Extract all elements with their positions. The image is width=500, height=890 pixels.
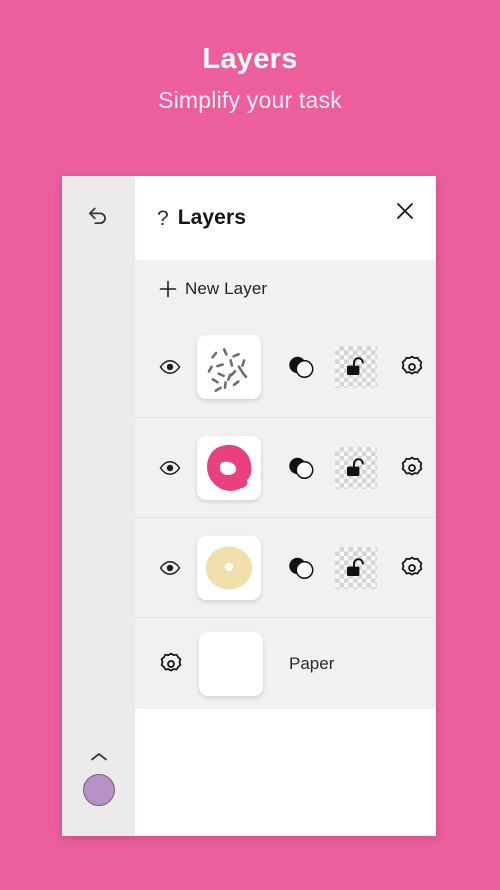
paper-settings-button[interactable]: [157, 650, 185, 678]
table-row[interactable]: [135, 417, 436, 517]
table-row[interactable]: [135, 317, 436, 417]
expand-tools-button[interactable]: [88, 750, 110, 764]
new-layer-button[interactable]: New Layer: [135, 260, 436, 317]
layer-visibility-toggle[interactable]: [157, 354, 183, 380]
close-x-icon: [397, 203, 413, 219]
undo-button[interactable]: [83, 200, 113, 230]
layer-visibility-toggle[interactable]: [157, 555, 183, 581]
plus-icon: [157, 278, 179, 300]
eye-icon: [159, 360, 181, 374]
new-layer-label: New Layer: [185, 278, 268, 298]
paper-label: Paper: [289, 653, 335, 673]
layer-lock-toggle[interactable]: [335, 446, 377, 489]
blend-mode-icon: [289, 457, 314, 479]
layer-lock-toggle[interactable]: [335, 346, 377, 388]
paper-thumbnail[interactable]: [199, 631, 263, 696]
promo-header: Layers Simplify your task: [0, 0, 500, 114]
color-swatch-button[interactable]: [83, 774, 115, 806]
undo-arrow-icon: [88, 207, 106, 225]
blend-mode-icon: [289, 356, 314, 378]
close-panel-button[interactable]: [392, 198, 418, 224]
table-row[interactable]: [135, 517, 436, 617]
paper-row[interactable]: Paper: [135, 617, 436, 709]
unlocked-padlock-icon: [347, 557, 364, 576]
gear-icon: [401, 456, 423, 475]
eye-icon: [159, 460, 181, 475]
layers-panel-title: Layers: [177, 206, 247, 229]
layers-panel-header: ? Layers: [135, 176, 436, 260]
help-icon[interactable]: ?: [157, 208, 169, 229]
unlocked-padlock-icon: [347, 357, 364, 375]
blend-mode-icon: [289, 557, 314, 579]
layer-visibility-toggle[interactable]: [157, 455, 183, 481]
eye-icon: [159, 560, 181, 575]
layer-settings-button[interactable]: [397, 352, 427, 382]
layer-thumbnail[interactable]: [197, 435, 261, 500]
app-root: Layers Simplify your task ? Layers New L…: [0, 0, 500, 890]
layer-thumbnail[interactable]: [197, 535, 261, 600]
layer-settings-button[interactable]: [397, 453, 427, 483]
gear-icon: [160, 652, 182, 671]
panel-empty-area: [135, 709, 436, 836]
page-subtitle: Simplify your task: [158, 86, 342, 113]
cream-donut-thumbnail: [206, 546, 252, 589]
layers-list: [135, 317, 436, 617]
unlocked-padlock-icon: [347, 457, 364, 476]
gear-icon: [401, 556, 423, 575]
pink-donut-thumbnail: [207, 444, 252, 491]
left-toolbar: [62, 176, 135, 836]
chevron-up-icon: [91, 753, 107, 761]
app-window: ? Layers New Layer Paper: [62, 176, 436, 836]
layer-lock-toggle[interactable]: [335, 546, 377, 589]
layer-settings-button[interactable]: [397, 553, 427, 583]
gear-icon: [401, 355, 423, 375]
layer-blend-mode-button[interactable]: [283, 349, 319, 385]
layer-thumbnail[interactable]: [197, 335, 261, 399]
layer-blend-mode-button[interactable]: [283, 450, 319, 486]
page-title: Layers: [202, 43, 298, 75]
sprinkles-thumbnail: [207, 348, 248, 392]
layer-blend-mode-button[interactable]: [283, 550, 319, 586]
layers-panel: ? Layers New Layer Paper: [135, 176, 436, 836]
